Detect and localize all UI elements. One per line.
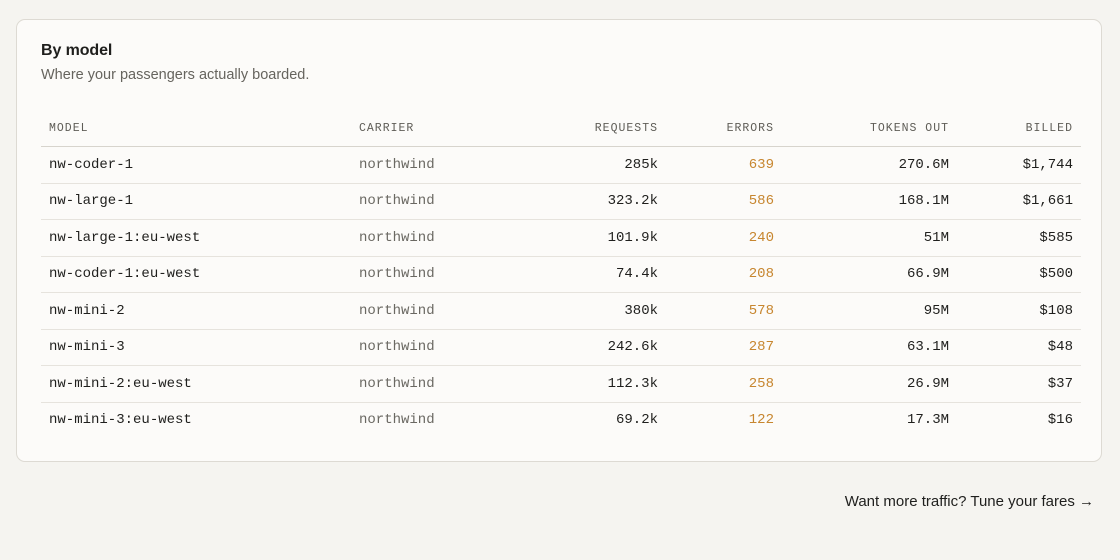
tokens-out-cell: 168.1M [782, 183, 957, 220]
card-title: By model [41, 42, 113, 59]
errors-cell: 578 [666, 292, 782, 330]
carrier-cell: northwind [351, 256, 506, 293]
requests-cell: 285k [506, 146, 666, 184]
table-row: nw-coder-1:eu-west northwind 74.4k 208 6… [41, 256, 1081, 293]
table-header-row: MODEL CARRIER REQUESTS ERRORS TOKENS OUT… [41, 110, 1081, 147]
requests-cell: 323.2k [506, 183, 666, 220]
carrier-cell: northwind [359, 412, 435, 429]
carrier-cell: northwind [351, 329, 506, 366]
billed-cell: $1,744 [957, 146, 1081, 184]
billed-cell: $108 [957, 292, 1081, 330]
column-header-tokens-out: TOKENS OUT [782, 110, 957, 147]
tokens-out-cell: 95M [782, 292, 957, 330]
card-subtitle: Where your passengers actually boarded. [41, 67, 310, 83]
errors-cell: 258 [666, 365, 782, 403]
errors-cell: 287 [666, 329, 782, 366]
model-cell: nw-mini-3:eu-west [49, 412, 192, 429]
billed-cell: $585 [957, 219, 1081, 257]
model-cell: nw-large-1 [41, 183, 351, 220]
tokens-out-cell: 26.9M [782, 365, 957, 403]
carrier-cell: northwind [351, 292, 506, 330]
errors-cell: 639 [666, 146, 782, 184]
table-row: nw-large-1 northwind 323.2k 586 168.1M $… [41, 183, 1081, 220]
model-cell: nw-large-1:eu-west [41, 219, 351, 257]
models-table: MODEL CARRIER REQUESTS ERRORS TOKENS OUT… [41, 110, 1081, 438]
tokens-out-cell: 270.6M [782, 146, 957, 184]
requests-cell: 380k [506, 292, 666, 330]
model-cell: nw-coder-1 [41, 146, 351, 184]
carrier-cell: northwind [351, 365, 506, 403]
carrier-cell: northwind [351, 219, 506, 257]
by-model-card: By model Where your passengers actually … [16, 19, 1102, 462]
tune-fares-link[interactable]: Want more traffic? Tune your fares → [845, 493, 1094, 510]
billed-cell: $37 [957, 365, 1081, 403]
table-row: nw-large-1:eu-west northwind 101.9k 240 … [41, 219, 1081, 257]
billed-cell: $500 [957, 256, 1081, 293]
model-cell: nw-coder-1:eu-west [41, 256, 351, 293]
column-header-carrier: CARRIER [351, 110, 506, 147]
billed-cell: $48 [957, 329, 1081, 366]
table-row: nw-mini-2:eu-west northwind 112.3k 258 2… [41, 365, 1081, 403]
requests-cell: 69.2k [615, 412, 658, 429]
table-row: nw-coder-1 northwind 285k 639 270.6M $1,… [41, 146, 1081, 184]
carrier-cell: northwind [351, 146, 506, 184]
table-row: nw-mini-3:eu-west northwind 69.2k 122 17… [41, 402, 1081, 438]
errors-cell: 122 [748, 412, 774, 429]
requests-cell: 101.9k [506, 219, 666, 257]
column-header-requests: REQUESTS [506, 110, 666, 147]
requests-cell: 112.3k [506, 365, 666, 403]
billed-cell: $1,661 [957, 183, 1081, 220]
model-cell: nw-mini-2 [41, 292, 351, 330]
billed-cell: $16 [1047, 412, 1073, 429]
tokens-out-cell: 66.9M [782, 256, 957, 293]
table-row: nw-mini-3 northwind 242.6k 287 63.1M $48 [41, 329, 1081, 366]
column-header-model: MODEL [41, 110, 351, 147]
column-header-errors: ERRORS [666, 110, 782, 147]
requests-cell: 242.6k [506, 329, 666, 366]
tokens-out-cell: 63.1M [782, 329, 957, 366]
errors-cell: 586 [666, 183, 782, 220]
errors-cell: 208 [666, 256, 782, 293]
model-cell: nw-mini-3 [41, 329, 351, 366]
model-cell: nw-mini-2:eu-west [41, 365, 351, 403]
column-header-billed: BILLED [957, 110, 1081, 147]
table-row: nw-mini-2 northwind 380k 578 95M $108 [41, 292, 1081, 330]
requests-cell: 74.4k [506, 256, 666, 293]
errors-cell: 240 [666, 219, 782, 257]
tokens-out-cell: 51M [782, 219, 957, 257]
tokens-out-cell: 17.3M [906, 412, 949, 429]
carrier-cell: northwind [351, 183, 506, 220]
